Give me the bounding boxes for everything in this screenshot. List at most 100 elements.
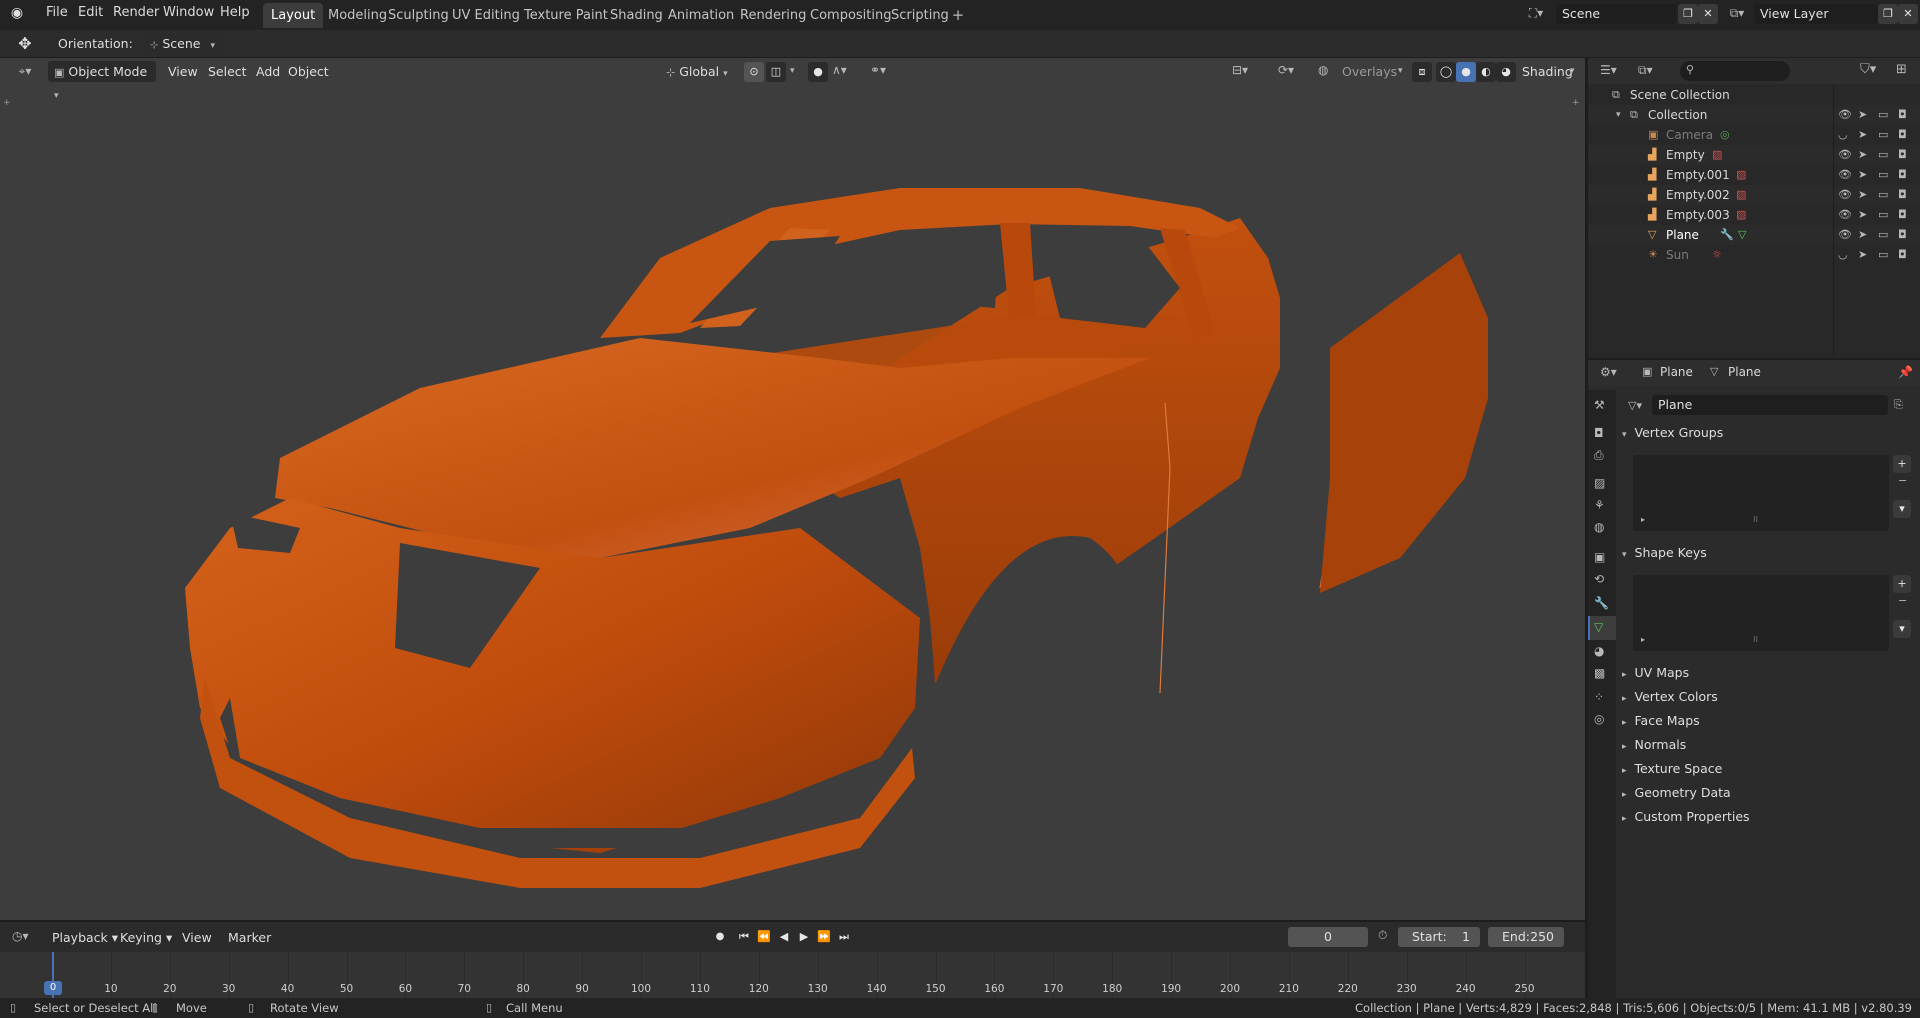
tool-tab-icon[interactable]: ⚒: [1594, 398, 1605, 412]
vertex-group-specials-icon[interactable]: ▾: [1893, 500, 1911, 518]
filter-icon[interactable]: ⛉▾: [1860, 62, 1876, 77]
play-icon[interactable]: ▶: [794, 927, 814, 947]
properties-editor-type-icon[interactable]: ⚙▾: [1600, 365, 1617, 379]
tab-texture-paint[interactable]: Texture Paint: [516, 3, 616, 28]
panel-uv-maps-header[interactable]: ▸ UV Maps: [1622, 662, 1916, 684]
shading-rendered-icon[interactable]: ◕: [1496, 62, 1516, 82]
outliner-row-sun[interactable]: ☀ Sun ☼ ◡ ➤ ▭ ◘: [1588, 245, 1920, 265]
viewport-menu-object[interactable]: Object: [282, 61, 335, 82]
mesh-data-icon[interactable]: ▽▾: [1628, 399, 1642, 412]
shape-keys-list[interactable]: ▸ ⁝⁝: [1633, 575, 1889, 651]
select-arrow-icon[interactable]: ➤: [1858, 145, 1867, 165]
viewport-disable-icon[interactable]: ▭: [1878, 105, 1888, 125]
falloff-curve-icon[interactable]: ∧▾: [832, 63, 847, 77]
render-camera-icon[interactable]: ◘: [1898, 145, 1907, 165]
panel-face-maps-header[interactable]: ▸ Face Maps: [1622, 710, 1916, 732]
tab-animation[interactable]: Animation: [660, 3, 742, 28]
viewport-disable-icon[interactable]: ▭: [1878, 205, 1888, 225]
gizmo-link-icon[interactable]: ⚭▾: [870, 63, 886, 77]
pin-icon[interactable]: 📌: [1898, 365, 1913, 379]
gizmos-icon[interactable]: ⟳▾: [1278, 63, 1294, 77]
viewport-disable-icon[interactable]: ▭: [1878, 245, 1888, 265]
eye-icon[interactable]: 👁: [1838, 205, 1852, 225]
select-arrow-icon[interactable]: ➤: [1858, 165, 1867, 185]
panel-texture-space-header[interactable]: ▸ Texture Space: [1622, 758, 1916, 780]
panel-normals-header[interactable]: ▸ Normals: [1622, 734, 1916, 756]
panel-geometry-data-header[interactable]: ▸ Geometry Data: [1622, 782, 1916, 804]
outliner-row-empty[interactable]: ▟ Empty ▨ 👁 ➤ ▭ ◘: [1588, 145, 1920, 165]
overlays-dropdown[interactable]: Overlays: [1336, 61, 1403, 82]
pivot-icon[interactable]: ⊙: [744, 62, 764, 82]
eye-icon[interactable]: 👁: [1838, 165, 1852, 185]
chevron-down-icon[interactable]: ▾: [1398, 66, 1403, 76]
3d-viewport[interactable]: ⌖▾ ▣ Object Mode ▾ View Select Add Objec…: [0, 58, 1585, 920]
timeline-track[interactable]: 10 20 30 40 50 60 70 80 90 100 110 120 130 140 150 160 1…: [0, 952, 1585, 998]
timeline-menu-playback[interactable]: Playback ▾: [46, 927, 124, 948]
world-tab-icon[interactable]: ◍: [1594, 520, 1604, 534]
panel-shape-keys-header[interactable]: ▾ Shape Keys: [1622, 542, 1916, 564]
constraints-tab-icon[interactable]: ⟲: [1594, 572, 1604, 586]
eye-icon[interactable]: 👁: [1838, 105, 1852, 125]
particles-tab-icon[interactable]: ⁘: [1594, 690, 1604, 704]
outliner-display-mode-icon[interactable]: ⧉▾: [1638, 63, 1653, 78]
view-layer-tab-icon[interactable]: ▨: [1594, 476, 1605, 490]
viewport-disable-icon[interactable]: ▭: [1878, 165, 1888, 185]
shading-material-icon[interactable]: ◐: [1476, 62, 1496, 82]
snap-icon[interactable]: ◫: [766, 62, 786, 82]
outliner-row-empty-003[interactable]: ▟ Empty.003 ▨ 👁 ➤ ▭ ◘: [1588, 205, 1920, 225]
vertex-groups-list[interactable]: ▸ ⁝⁝: [1633, 455, 1889, 531]
render-camera-icon[interactable]: ◘: [1898, 205, 1907, 225]
view-layer-icon[interactable]: ⧉▾: [1724, 6, 1750, 21]
render-camera-icon[interactable]: ◘: [1898, 125, 1907, 145]
expand-arrow-icon[interactable]: ▾: [1616, 105, 1621, 125]
select-arrow-icon[interactable]: ➤: [1858, 245, 1867, 265]
eye-icon[interactable]: 👁: [1838, 145, 1852, 165]
shape-key-specials-icon[interactable]: ▾: [1893, 620, 1911, 638]
menu-file[interactable]: File: [40, 0, 74, 30]
blender-logo-icon[interactable]: ◉: [8, 5, 26, 23]
menu-edit[interactable]: Edit: [72, 0, 109, 30]
timeline-menu-view[interactable]: View: [176, 927, 218, 948]
outliner-row-plane[interactable]: ▽ Plane 🔧 ▽ 👁 ➤ ▭ ◘: [1588, 225, 1920, 245]
render-camera-icon[interactable]: ◘: [1898, 225, 1907, 245]
fake-user-icon[interactable]: ⎘: [1894, 398, 1903, 412]
end-frame-field[interactable]: End: 250: [1488, 927, 1564, 947]
render-tab-icon[interactable]: ◘: [1594, 426, 1604, 440]
overlays-icon[interactable]: ◍: [1318, 63, 1328, 77]
shape-key-remove-icon[interactable]: −: [1898, 594, 1907, 607]
timeline-menu-keying[interactable]: Keying ▾: [114, 927, 178, 948]
jump-start-icon[interactable]: ⏮: [734, 927, 754, 947]
view-layer-copy-icon[interactable]: ❐: [1878, 4, 1898, 24]
list-resize-handle-icon[interactable]: ⁝⁝: [1753, 635, 1758, 644]
timeline-menu-marker[interactable]: Marker: [222, 927, 277, 948]
tab-layout[interactable]: Layout: [263, 3, 324, 28]
physics-tab-icon[interactable]: ◎: [1594, 712, 1604, 726]
orientation-dropdown[interactable]: ⊹ Scene ▾: [144, 33, 224, 54]
new-collection-icon[interactable]: ⊞: [1896, 62, 1907, 77]
mesh-data-tab-icon[interactable]: ▽: [1594, 620, 1603, 634]
auto-keying-record-icon[interactable]: ●: [710, 927, 730, 947]
outliner-row-collection[interactable]: ▾ ⧉ Collection 👁 ➤ ▭ ◘: [1588, 105, 1920, 125]
view-layer-name-field[interactable]: View Layer: [1754, 4, 1878, 24]
panel-custom-properties-header[interactable]: ▸ Custom Properties: [1622, 806, 1916, 828]
eye-closed-icon[interactable]: ◡: [1838, 125, 1848, 145]
texture-tab-icon[interactable]: ▩: [1594, 666, 1605, 680]
add-workspace-icon[interactable]: +: [950, 6, 966, 24]
eye-closed-icon[interactable]: ◡: [1838, 245, 1848, 265]
render-camera-icon[interactable]: ◘: [1898, 245, 1907, 265]
scene-close-icon[interactable]: ✕: [1698, 4, 1718, 24]
jump-prev-keyframe-icon[interactable]: ⏪: [754, 927, 774, 947]
chevron-down-icon[interactable]: ▾: [1570, 66, 1575, 76]
outliner-row-empty-001[interactable]: ▟ Empty.001 ▨ 👁 ➤ ▭ ◘: [1588, 165, 1920, 185]
eye-icon[interactable]: 👁: [1838, 185, 1852, 205]
viewport-menu-select[interactable]: Select: [202, 61, 253, 82]
panel-vertex-groups-header[interactable]: ▾ Vertex Groups: [1622, 422, 1916, 444]
select-arrow-icon[interactable]: ➤: [1858, 125, 1867, 145]
menu-window[interactable]: Window: [157, 0, 220, 30]
proportional-editing-icon[interactable]: ●: [808, 62, 828, 82]
transform-orientation-dropdown[interactable]: ⊹ Global ▾: [660, 61, 740, 82]
select-arrow-icon[interactable]: ➤: [1858, 205, 1867, 225]
stopwatch-icon[interactable]: ⏱: [1378, 928, 1387, 943]
car-body-mesh[interactable]: [0, 85, 1585, 920]
viewport-menu-view[interactable]: View: [162, 61, 204, 82]
